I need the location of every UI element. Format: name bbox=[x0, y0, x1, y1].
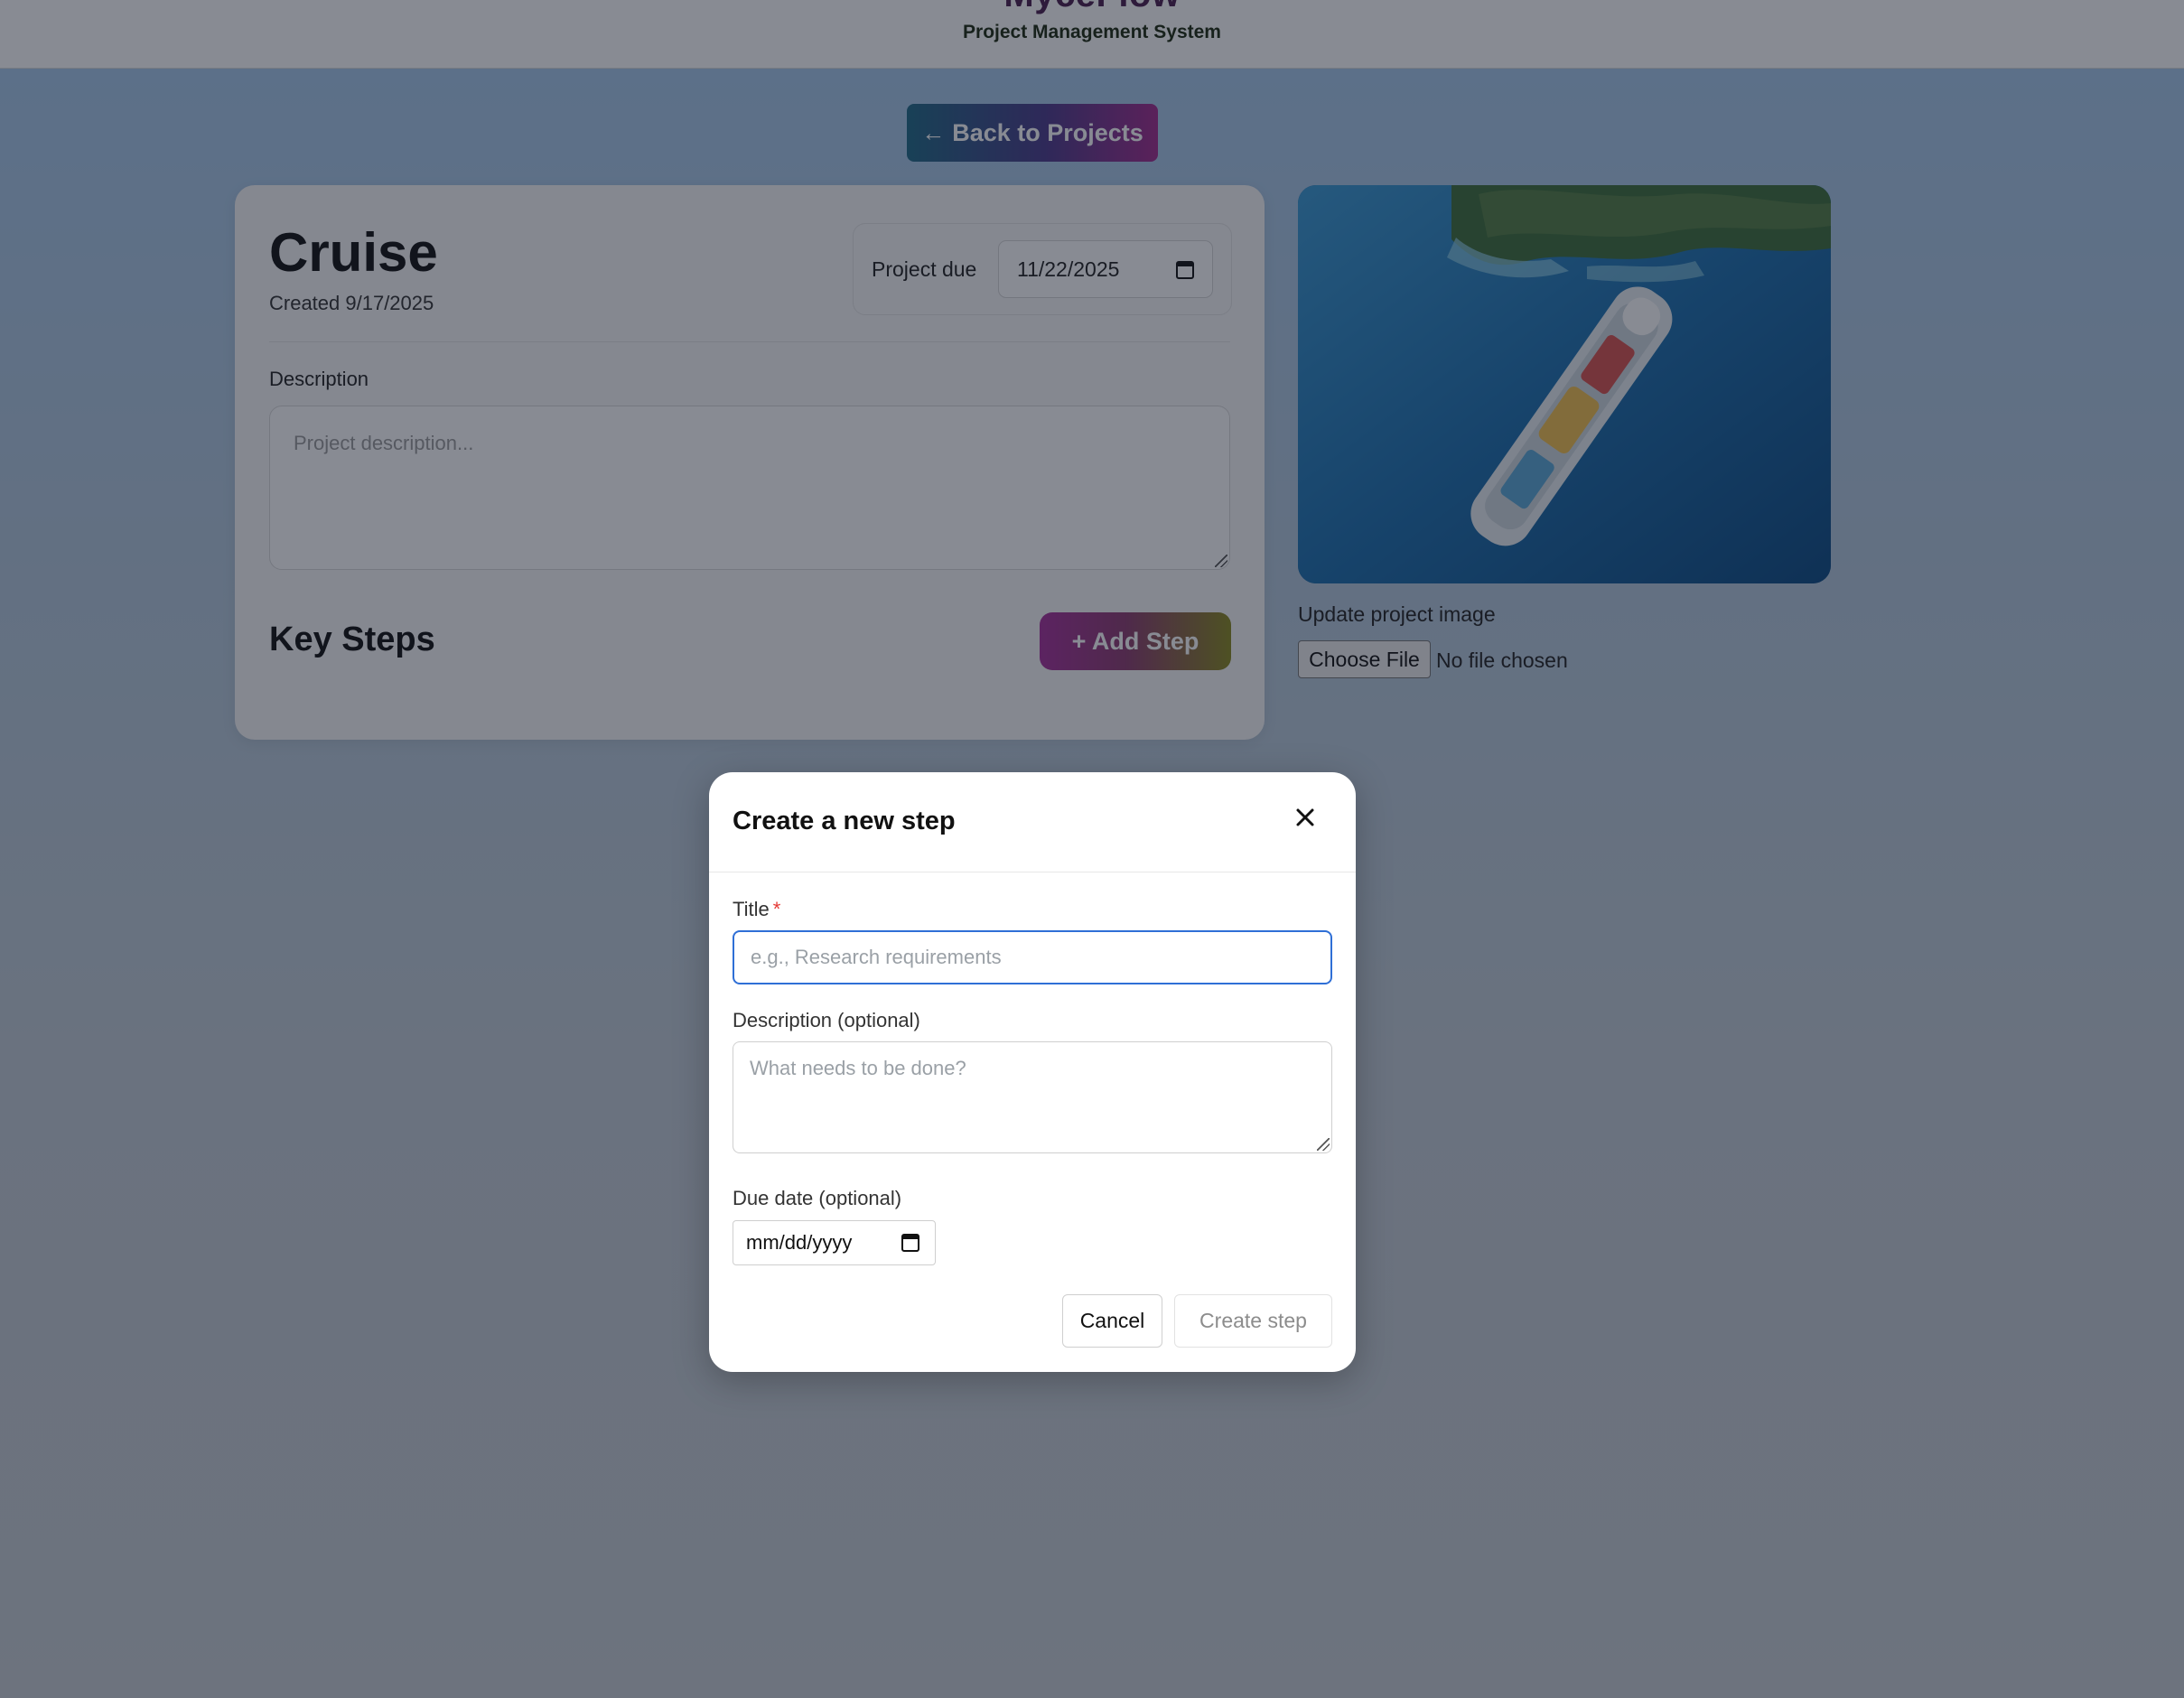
close-icon[interactable] bbox=[1291, 803, 1320, 832]
step-description-label: Description (optional) bbox=[733, 1009, 920, 1031]
step-title-label: Title * bbox=[733, 898, 780, 921]
required-indicator: * bbox=[772, 898, 781, 920]
calendar-icon[interactable] bbox=[901, 1234, 919, 1252]
step-title-input[interactable] bbox=[733, 930, 1332, 984]
step-due-date-input[interactable]: mm/dd/yyyy bbox=[733, 1220, 936, 1265]
create-step-button[interactable]: Create step bbox=[1174, 1294, 1332, 1348]
step-description-textarea[interactable] bbox=[733, 1041, 1332, 1153]
step-due-date-label: Due date (optional) bbox=[733, 1187, 902, 1209]
resize-grip-icon[interactable] bbox=[1317, 1138, 1330, 1151]
step-title-label-text: Title bbox=[733, 898, 770, 920]
cancel-button[interactable]: Cancel bbox=[1062, 1294, 1162, 1348]
modal-title: Create a new step bbox=[733, 807, 956, 835]
step-due-date-placeholder: mm/dd/yyyy bbox=[746, 1231, 853, 1254]
create-step-modal: Create a new step Title* Description (op… bbox=[709, 772, 1356, 1372]
